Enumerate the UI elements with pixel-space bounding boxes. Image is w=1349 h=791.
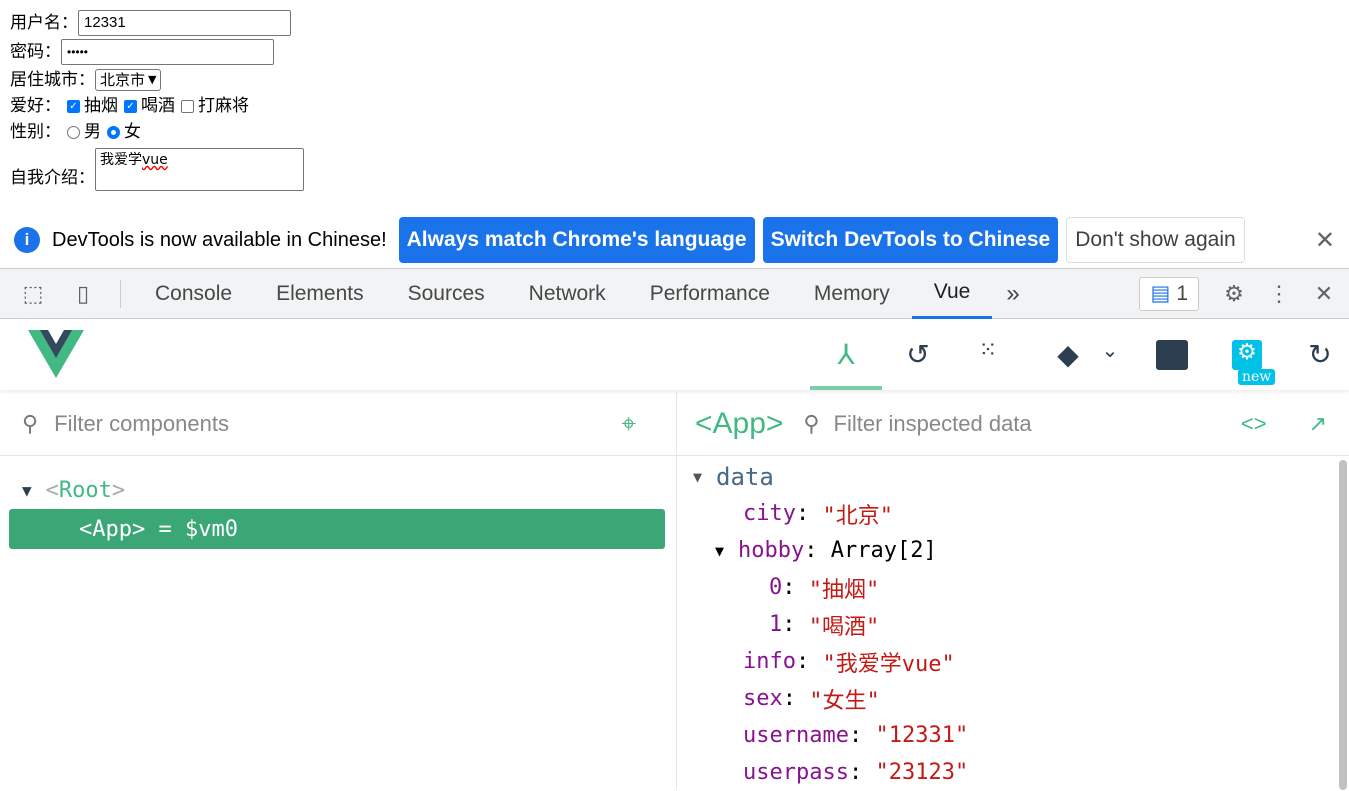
hobby-checkbox-drink[interactable]: ✓: [124, 99, 137, 113]
hobby-label-smoke: 抽烟: [84, 96, 118, 116]
tree-node-app[interactable]: < App > = $vm0: [9, 509, 665, 549]
router-icon[interactable]: ◆: [1048, 338, 1088, 371]
close-icon[interactable]: ✕: [1315, 226, 1335, 255]
intro-textarea[interactable]: 我爱学vue: [95, 148, 304, 191]
divider: [120, 279, 121, 308]
tab-elements[interactable]: Elements: [254, 269, 386, 319]
password-label: 密码：: [10, 42, 61, 62]
data-row-hobby-1[interactable]: 1: "喝酒": [677, 606, 1349, 643]
performance-chart-icon[interactable]: [1156, 340, 1188, 370]
hobby-label: 爱好：: [10, 96, 61, 116]
data-row-sex[interactable]: sex: "女生": [677, 680, 1349, 717]
device-toolbar-icon[interactable]: ▯: [58, 281, 108, 307]
intro-text-en: vue: [142, 152, 168, 168]
username-input[interactable]: 12331: [78, 10, 291, 36]
expand-triangle-icon[interactable]: ▼: [715, 542, 724, 560]
city-label: 居住城市：: [10, 70, 95, 90]
app-label: App: [92, 516, 132, 542]
expand-triangle-icon[interactable]: ▼: [22, 481, 32, 500]
more-tabs-icon[interactable]: »: [1006, 280, 1019, 308]
data-row-info[interactable]: info: "我爱学vue": [677, 643, 1349, 680]
city-selected: 北京市: [100, 71, 146, 89]
select-component-crosshair-icon[interactable]: ⌖: [621, 408, 636, 440]
password-input[interactable]: •••••: [61, 39, 274, 65]
always-match-language-button[interactable]: Always match Chrome's language: [398, 217, 755, 263]
tab-sources[interactable]: Sources: [386, 269, 507, 319]
new-badge: new: [1238, 369, 1276, 385]
inspector-header: <App> ⚲ Filter inspected data <> ↗: [677, 392, 1349, 456]
data-section[interactable]: ▼ data: [677, 458, 1349, 495]
inspect-element-icon[interactable]: ⬚: [8, 281, 58, 307]
hobby-checkbox-mahjong[interactable]: [181, 99, 194, 113]
filter-inspected-input[interactable]: Filter inspected data: [834, 411, 1032, 437]
kebab-menu-icon[interactable]: ⋮: [1259, 281, 1299, 307]
sex-radio-male[interactable]: [67, 125, 80, 139]
gear-icon[interactable]: ⚙: [1209, 281, 1259, 307]
filter-components-bar: ⚲ Filter components ⌖: [0, 392, 676, 456]
sex-label-male: 男: [84, 122, 101, 142]
data-row-hobby[interactable]: ▼ hobby: Array[2]: [677, 532, 1349, 569]
username-label: 用户名：: [10, 13, 78, 33]
issues-button[interactable]: ▤ 1: [1139, 276, 1199, 311]
refresh-icon[interactable]: ↻: [1300, 338, 1340, 371]
sex-radio-female[interactable]: [107, 125, 120, 139]
intro-label: 自我介绍：: [10, 168, 95, 188]
scrollbar[interactable]: [1339, 460, 1347, 790]
hobby-checkbox-smoke[interactable]: ✓: [67, 99, 80, 113]
chevron-down-icon: ▼: [148, 73, 157, 86]
vuex-icon[interactable]: ⁙: [968, 338, 1008, 363]
vue-devtools-toolbar: ⅄ ↺ ⁙ ◆ ⌄ ⚙ new ↻: [0, 320, 1349, 390]
collapse-triangle-icon[interactable]: ▼: [693, 468, 702, 486]
sex-label: 性别：: [10, 122, 61, 142]
search-icon: ⚲: [22, 410, 39, 436]
signup-form: 用户名： 12331 密码： ••••• 居住城市： 北京市 ▼ 爱好： ✓ 抽烟 ✓ 喝酒…: [10, 10, 304, 191]
hobby-label-mahjong: 打麻将: [198, 96, 249, 116]
search-icon: ⚲: [803, 410, 820, 436]
active-tab-indicator: [810, 386, 882, 390]
settings-icon[interactable]: ⚙: [1232, 340, 1262, 370]
root-label: Root: [58, 478, 112, 503]
components-panel: ⚲ Filter components ⌖ ▼ < Root > < App > = $v…: [0, 392, 677, 789]
selected-component-name: <App>: [695, 406, 784, 440]
vm-ref: = $vm0: [158, 516, 238, 542]
code-icon[interactable]: <>: [1241, 411, 1267, 437]
data-row-hobby-0[interactable]: 0: "抽烟": [677, 569, 1349, 606]
message-icon: ▤: [1150, 282, 1171, 305]
filter-components-input[interactable]: Filter components: [54, 411, 229, 437]
timeline-icon[interactable]: ↺: [898, 338, 938, 371]
dont-show-again-button[interactable]: Don't show again: [1066, 217, 1245, 263]
vue-logo: [28, 330, 84, 378]
tab-performance[interactable]: Performance: [628, 269, 792, 319]
hobby-label-drink: 喝酒: [141, 96, 175, 116]
inspector-panel: <App> ⚲ Filter inspected data <> ↗ ▼ data…: [677, 392, 1349, 791]
data-row-userpass[interactable]: userpass: "23123": [677, 754, 1349, 791]
components-tab-icon[interactable]: ⅄: [826, 338, 866, 371]
tree-node-root[interactable]: ▼ < Root >: [0, 472, 676, 509]
tab-memory[interactable]: Memory: [792, 269, 912, 319]
tab-console[interactable]: Console: [133, 269, 254, 319]
infobar-message: DevTools is now available in Chinese!: [52, 228, 387, 251]
close-devtools-icon[interactable]: ✕: [1299, 281, 1349, 307]
issues-count: 1: [1176, 281, 1188, 305]
switch-to-chinese-button[interactable]: Switch DevTools to Chinese: [762, 217, 1059, 263]
devtools-language-infobar: i DevTools is now available in Chinese! …: [0, 215, 1349, 265]
sex-label-female: 女: [124, 122, 141, 142]
data-section-label: data: [716, 462, 774, 491]
open-external-icon[interactable]: ↗: [1309, 411, 1327, 437]
devtools-tabbar: ⬚ ▯ Console Elements Sources Network Per…: [0, 268, 1349, 319]
chevron-down-icon[interactable]: ⌄: [1090, 338, 1130, 362]
data-row-city[interactable]: city: "北京": [677, 495, 1349, 532]
info-icon: i: [14, 227, 40, 253]
city-select[interactable]: 北京市 ▼: [95, 69, 162, 91]
tab-vue[interactable]: Vue: [911, 269, 993, 319]
intro-text: 我爱学: [100, 152, 142, 168]
data-row-username[interactable]: username: "12331": [677, 717, 1349, 754]
tab-network[interactable]: Network: [507, 269, 628, 319]
